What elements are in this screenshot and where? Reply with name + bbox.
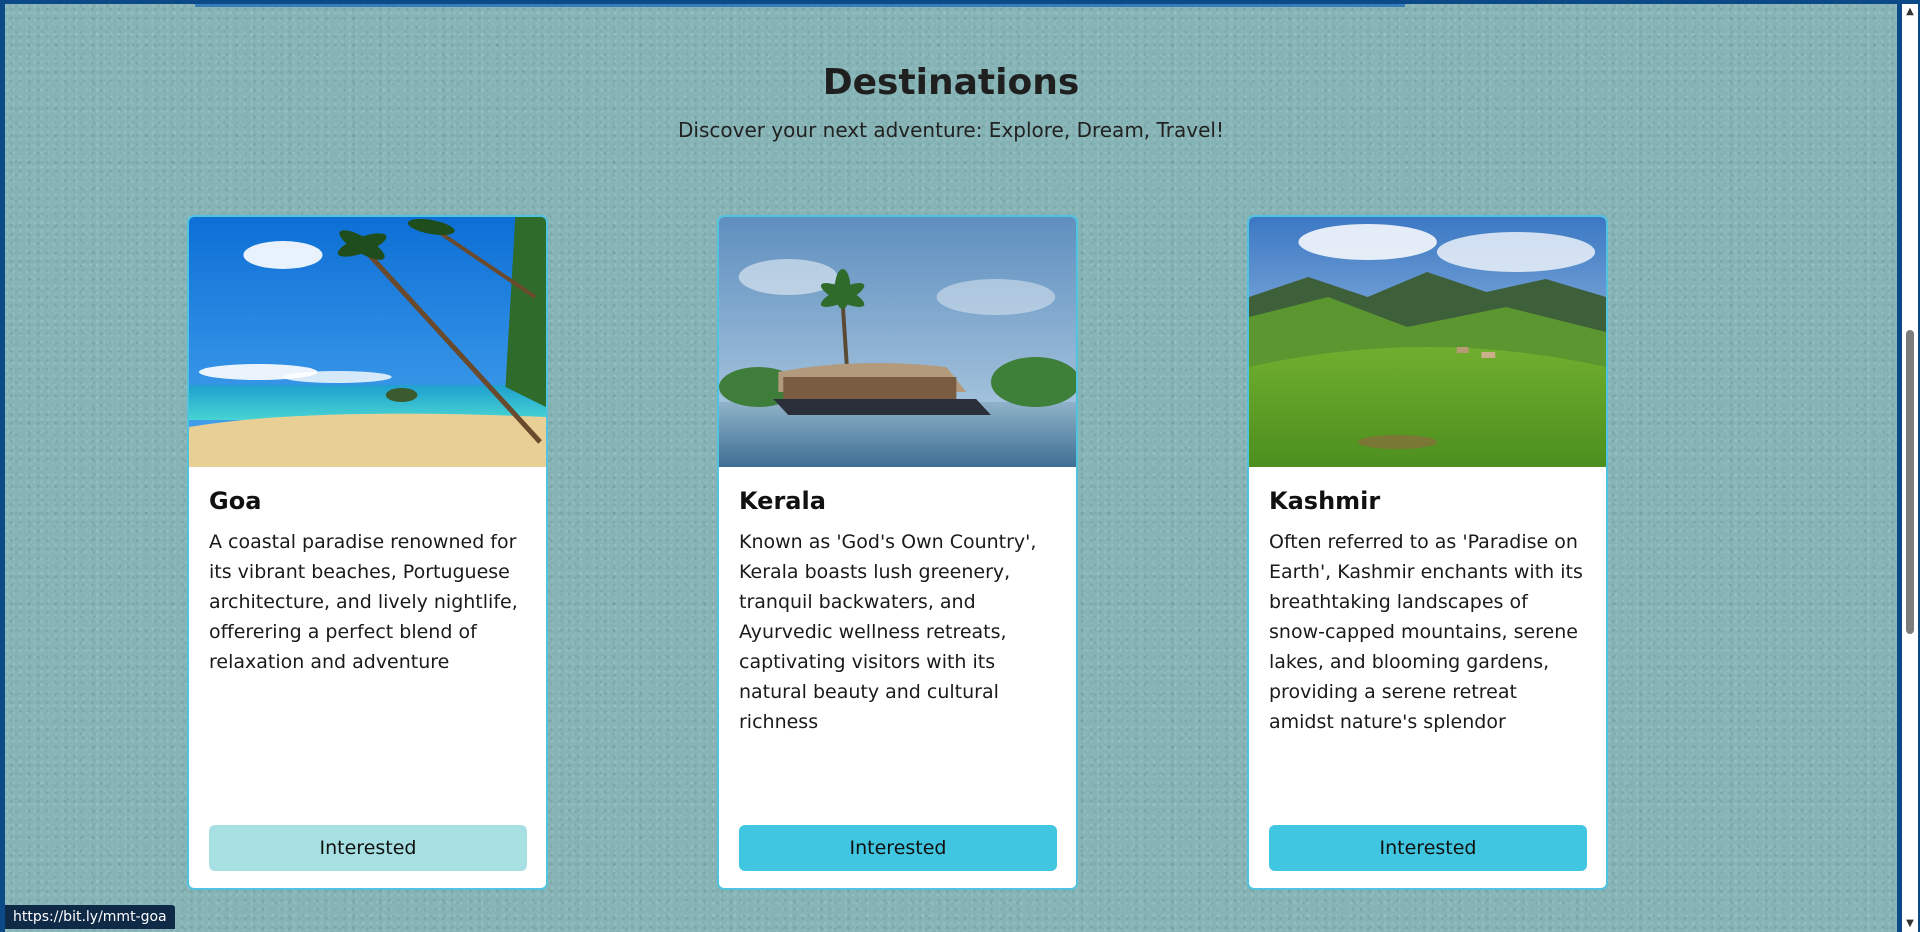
page-viewport: Destinations Discover your next adventur… <box>5 4 1897 932</box>
top-navbar-edge <box>195 4 1405 7</box>
card-description: Often referred to as 'Paradise on Earth'… <box>1269 531 1583 733</box>
destination-card-kashmir: Kashmir Often referred to as 'Paradise o… <box>1247 215 1608 890</box>
interested-button-kashmir[interactable]: Interested <box>1269 825 1587 871</box>
scroll-down-arrow-icon[interactable]: ▼ <box>1902 916 1918 932</box>
interested-button-kerala[interactable]: Interested <box>739 825 1057 871</box>
section-title: Destinations <box>822 62 1080 103</box>
card-title: Kashmir <box>1269 487 1381 515</box>
kashmir-valley-image <box>1249 217 1606 467</box>
kerala-houseboat-image <box>719 217 1076 467</box>
card-description: Known as 'God's Own Country', Kerala boa… <box>739 531 1037 733</box>
link-status-url: https://bit.ly/mmt-goa <box>5 905 175 929</box>
destination-card-kerala: Kerala Known as 'God's Own Country', Ker… <box>717 215 1078 890</box>
card-title: Goa <box>209 487 262 515</box>
vertical-scrollbar[interactable]: ▲ ▼ <box>1902 4 1918 932</box>
card-title: Kerala <box>739 487 826 515</box>
interested-button-goa[interactable]: Interested <box>209 825 527 871</box>
section-subtitle: Discover your next adventure: Explore, D… <box>678 118 1224 142</box>
goa-beach-image <box>189 217 546 467</box>
card-description: A coastal paradise renowned for its vibr… <box>209 531 518 673</box>
scroll-thumb[interactable] <box>1906 330 1914 634</box>
scroll-up-arrow-icon[interactable]: ▲ <box>1902 4 1918 20</box>
destination-card-goa: Goa A coastal paradise renowned for its … <box>187 215 548 890</box>
